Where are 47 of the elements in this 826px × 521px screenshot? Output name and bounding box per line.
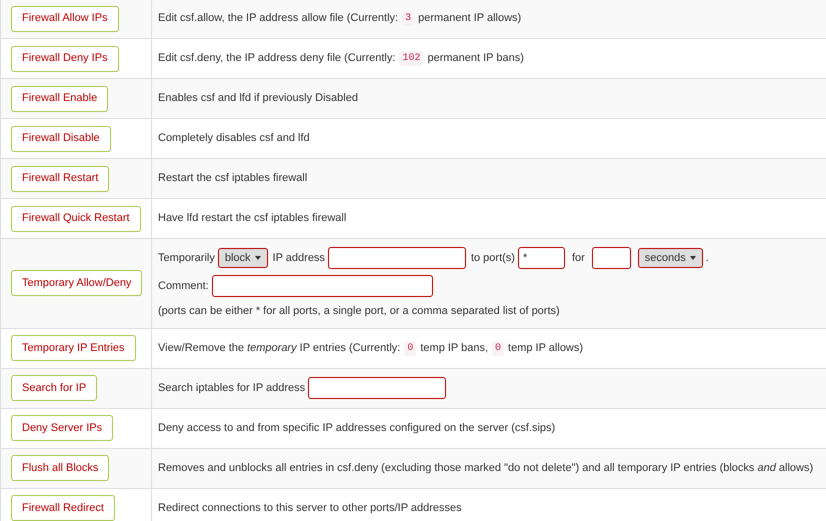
action-button[interactable]: Temporary IP Entries bbox=[11, 335, 136, 361]
caret-icon bbox=[254, 256, 261, 260]
ip-address-field[interactable] bbox=[328, 247, 466, 269]
description-text: Edit csf.allow, the IP address allow file (Currently: bbox=[158, 11, 398, 26]
action-button[interactable]: Firewall Quick Restart bbox=[11, 206, 141, 232]
action-select[interactable]: block bbox=[218, 248, 268, 268]
comment-field[interactable] bbox=[212, 275, 433, 297]
description-text: Completely disables csf and lfd bbox=[158, 131, 310, 146]
description-text: Removes and unblocks all entries in csf.deny (excluding those marked "do not delete") and all temporary IP entries (blocks and allows) bbox=[158, 460, 814, 476]
action-button[interactable]: Temporary Allow/Deny bbox=[11, 270, 142, 296]
port-field[interactable]: * bbox=[518, 247, 565, 269]
form-label: for bbox=[572, 250, 585, 266]
count-badge: 0 bbox=[492, 340, 504, 356]
description-text: View/Remove the temporary IP entries (Currently: bbox=[158, 340, 400, 356]
description-text: Search iptables for IP address bbox=[158, 380, 306, 396]
description-text: Deny access to and from specific IP addresses configured on the server (csf.sips) bbox=[158, 420, 556, 436]
description-text: permanent IP allows) bbox=[418, 11, 522, 26]
description-text: temp IP allows) bbox=[508, 340, 584, 356]
note-text: (ports can be either * for all ports, a single port, or a comma separated list of ports) bbox=[158, 304, 561, 319]
action-button[interactable]: Firewall Disable bbox=[11, 126, 111, 152]
period-text: . bbox=[706, 250, 709, 266]
count-badge: 3 bbox=[402, 11, 414, 26]
ip-search-field[interactable] bbox=[308, 377, 446, 399]
form-label: Comment: bbox=[158, 278, 209, 294]
description-text: Redirect connections to this server to other ports/IP addresses bbox=[158, 500, 462, 516]
action-button[interactable]: Firewall Restart bbox=[11, 166, 110, 192]
caret-icon bbox=[690, 256, 696, 260]
action-button[interactable]: Deny Server IPs bbox=[11, 415, 114, 441]
action-button[interactable]: Search for IP bbox=[11, 375, 98, 401]
form-label: to port(s) bbox=[470, 250, 515, 266]
description-text: Edit csf.deny, the IP address deny file (Currently: bbox=[158, 51, 396, 66]
count-badge: 0 bbox=[404, 340, 416, 356]
description-text: permanent IP bans) bbox=[427, 51, 524, 66]
description-text: Enables csf and lfd if previously Disabled bbox=[158, 91, 358, 106]
action-button[interactable]: Flush all Blocks bbox=[11, 455, 110, 481]
count-badge: 102 bbox=[399, 51, 424, 66]
action-button[interactable]: Firewall Allow IPs bbox=[11, 6, 119, 32]
description-text: Restart the csf iptables firewall bbox=[158, 171, 308, 186]
form-label: IP address bbox=[272, 250, 325, 266]
description-text: Have lfd restart the csf iptables firewall bbox=[158, 211, 346, 226]
action-button[interactable]: Firewall Deny IPs bbox=[11, 46, 119, 72]
form-label: Temporarily bbox=[158, 250, 215, 266]
unit-select[interactable]: seconds bbox=[638, 248, 703, 268]
description-text: temp IP bans, bbox=[420, 340, 488, 356]
action-button[interactable]: Firewall Enable bbox=[11, 86, 108, 112]
duration-field[interactable] bbox=[592, 247, 631, 269]
action-button[interactable]: Firewall Redirect bbox=[11, 495, 115, 521]
